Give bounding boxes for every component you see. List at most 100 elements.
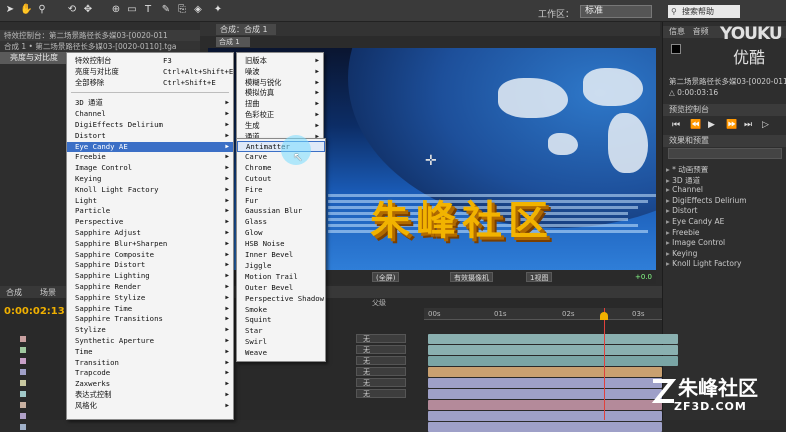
selection-tool-icon[interactable]: ➤	[4, 4, 16, 16]
menu-item[interactable]: Transition ▶	[67, 358, 233, 369]
eye-candy-item[interactable]: Chrome	[237, 163, 325, 174]
eye-candy-item[interactable]: HSB Noise	[237, 239, 325, 250]
last-frame-icon[interactable]: ⏭	[744, 120, 752, 130]
brush-tool-icon[interactable]: ✎	[160, 4, 172, 16]
layer-duration-bar[interactable]	[428, 334, 678, 344]
time-ruler[interactable]	[424, 308, 662, 320]
ram-preview-icon[interactable]: ▷	[762, 120, 769, 130]
workspace-select[interactable]: 标准	[580, 5, 652, 18]
tab-timeline-scene[interactable]: 场景	[40, 287, 56, 298]
tab-timeline-comp[interactable]: 合成	[6, 287, 22, 298]
layer-duration-bar[interactable]	[428, 400, 662, 410]
effects-category-item[interactable]: Knoll Light Factory	[666, 259, 741, 268]
eye-candy-item[interactable]: Squint	[237, 315, 325, 326]
hand-tool-icon[interactable]: ✋	[20, 4, 32, 16]
menu-item[interactable]: 特效控制台 F3	[67, 56, 233, 67]
menu-item[interactable]: Sapphire Time ▶	[67, 304, 233, 315]
effects-category-item[interactable]: Keying	[666, 249, 697, 258]
eye-candy-item[interactable]: Outer Bevel	[237, 283, 325, 294]
menu-item[interactable]: Sapphire Composite ▶	[67, 250, 233, 261]
prev-frame-icon[interactable]: ⏪	[690, 120, 701, 130]
pan-tool-icon[interactable]: ✥	[82, 4, 94, 16]
exposure-value[interactable]: +0.0	[632, 272, 655, 282]
menu-item[interactable]: Synthetic Aperture ▶	[67, 336, 233, 347]
menu-item[interactable]: Zaxwerks ▶	[67, 379, 233, 390]
tab-info[interactable]: 信息	[669, 27, 685, 36]
tab-preview[interactable]: 预览控制台	[663, 104, 786, 116]
puppet-tool-icon[interactable]: ✦	[212, 4, 224, 16]
parent-select[interactable]: 无	[356, 334, 406, 343]
submenu-item[interactable]: 噪波 ▶	[237, 67, 323, 78]
eye-candy-item[interactable]: Smoke	[237, 305, 325, 316]
menu-item[interactable]: Channel ▶	[67, 109, 233, 120]
effects-category-item[interactable]: Freebie	[666, 228, 699, 237]
eye-candy-item[interactable]: Glow	[237, 228, 325, 239]
layer-duration-bar[interactable]	[428, 389, 662, 399]
eye-candy-item[interactable]: Perspective Shadow	[237, 294, 325, 305]
menu-item[interactable]: Distort ▶	[67, 131, 233, 142]
eye-candy-item[interactable]: Inner Bevel	[237, 250, 325, 261]
zoom-tool-icon[interactable]: ⚲	[36, 4, 48, 16]
layer-duration-bar[interactable]	[428, 367, 662, 377]
comp-breadcrumb[interactable]: 合成 1	[216, 37, 250, 47]
play-icon[interactable]: ▶	[708, 120, 715, 130]
menu-item[interactable]: Sapphire Adjust ▶	[67, 228, 233, 239]
menu-item[interactable]: 全部移除 Ctrl+Shift+E	[67, 78, 233, 89]
menu-item[interactable]: 风格化 ▶	[67, 401, 233, 412]
eye-candy-item[interactable]: Motion Trail	[237, 272, 325, 283]
menu-item[interactable]: Particle ▶	[67, 206, 233, 217]
layer-duration-bar[interactable]	[428, 345, 678, 355]
menu-item[interactable]: Sapphire Render ▶	[67, 282, 233, 293]
parent-select[interactable]: 无	[356, 356, 406, 365]
menu-item[interactable]: 3D 通道 ▶	[67, 98, 233, 109]
eye-candy-item[interactable]: Cutout	[237, 174, 325, 185]
menu-item[interactable]: Trapcode ▶	[67, 368, 233, 379]
effects-category-item[interactable]: Image Control	[666, 238, 725, 247]
effects-category-item[interactable]: Eye Candy AE	[666, 217, 724, 226]
camera-orbit-icon[interactable]: ⟲	[66, 4, 78, 16]
current-timecode[interactable]: 0:00:02:13	[4, 306, 65, 317]
tab-effects-presets[interactable]: 效果和预置	[663, 135, 786, 147]
eye-candy-item[interactable]: Fur	[237, 196, 325, 207]
eye-candy-item[interactable]: Gaussian Blur	[237, 206, 325, 217]
text-tool-icon[interactable]: T	[142, 4, 154, 16]
eye-candy-item[interactable]: Star	[237, 326, 325, 337]
layer-duration-bar[interactable]	[428, 378, 662, 388]
submenu-item[interactable]: 扭曲 ▶	[237, 99, 323, 110]
eye-candy-item[interactable]: Glass	[237, 217, 325, 228]
menu-item[interactable]: Sapphire Stylize ▶	[67, 293, 233, 304]
camera-select[interactable]: 有效摄像机	[450, 272, 493, 282]
menu-item[interactable]: Time ▶	[67, 347, 233, 358]
views-select[interactable]: 1视图	[526, 272, 553, 282]
pan-behind-icon[interactable]: ⊕	[110, 4, 122, 16]
menu-item[interactable]: 亮度与对比度 Ctrl+Alt+Shift+E	[67, 67, 233, 78]
parent-select[interactable]: 无	[356, 389, 406, 398]
menu-item[interactable]: Sapphire Lighting ▶	[67, 271, 233, 282]
submenu-item[interactable]: 模糊与锐化 ▶	[237, 78, 323, 89]
layer-duration-bar[interactable]	[428, 356, 678, 366]
effects-category-item[interactable]: DigiEffects Delirium	[666, 196, 746, 205]
effects-category-item[interactable]: Distort	[666, 206, 697, 215]
menu-item[interactable]: Knoll Light Factory ▶	[67, 185, 233, 196]
menu-item[interactable]: Freebie ▶	[67, 152, 233, 163]
submenu-item[interactable]: 色彩校正 ▶	[237, 110, 323, 121]
menu-item[interactable]: Image Control ▶	[67, 163, 233, 174]
submenu-item[interactable]: 旧版本 ▶	[237, 56, 323, 67]
menu-item[interactable]: Sapphire Distort ▶	[67, 260, 233, 271]
tab-audio[interactable]: 音频	[693, 27, 709, 36]
eye-candy-item[interactable]: Swirl	[237, 337, 325, 348]
menu-item[interactable]: Sapphire Transitions ▶	[67, 314, 233, 325]
stamp-tool-icon[interactable]: ⎘	[176, 4, 188, 16]
menu-item[interactable]: Light ▶	[67, 196, 233, 207]
submenu-item[interactable]: 模拟仿真 ▶	[237, 88, 323, 99]
menu-item[interactable]: Stylize ▶	[67, 325, 233, 336]
menu-item[interactable]: Keying ▶	[67, 174, 233, 185]
tab-composition[interactable]: 合成：合成 1	[216, 24, 276, 35]
eye-candy-item[interactable]: Weave	[237, 348, 325, 359]
first-frame-icon[interactable]: ⏮	[672, 120, 680, 130]
playhead-handle[interactable]	[600, 312, 608, 320]
eye-candy-item[interactable]: Jiggle	[237, 261, 325, 272]
view-mode-select[interactable]: (全屏)	[372, 272, 400, 282]
layer-duration-bar[interactable]	[428, 422, 662, 432]
playhead[interactable]	[604, 308, 605, 420]
